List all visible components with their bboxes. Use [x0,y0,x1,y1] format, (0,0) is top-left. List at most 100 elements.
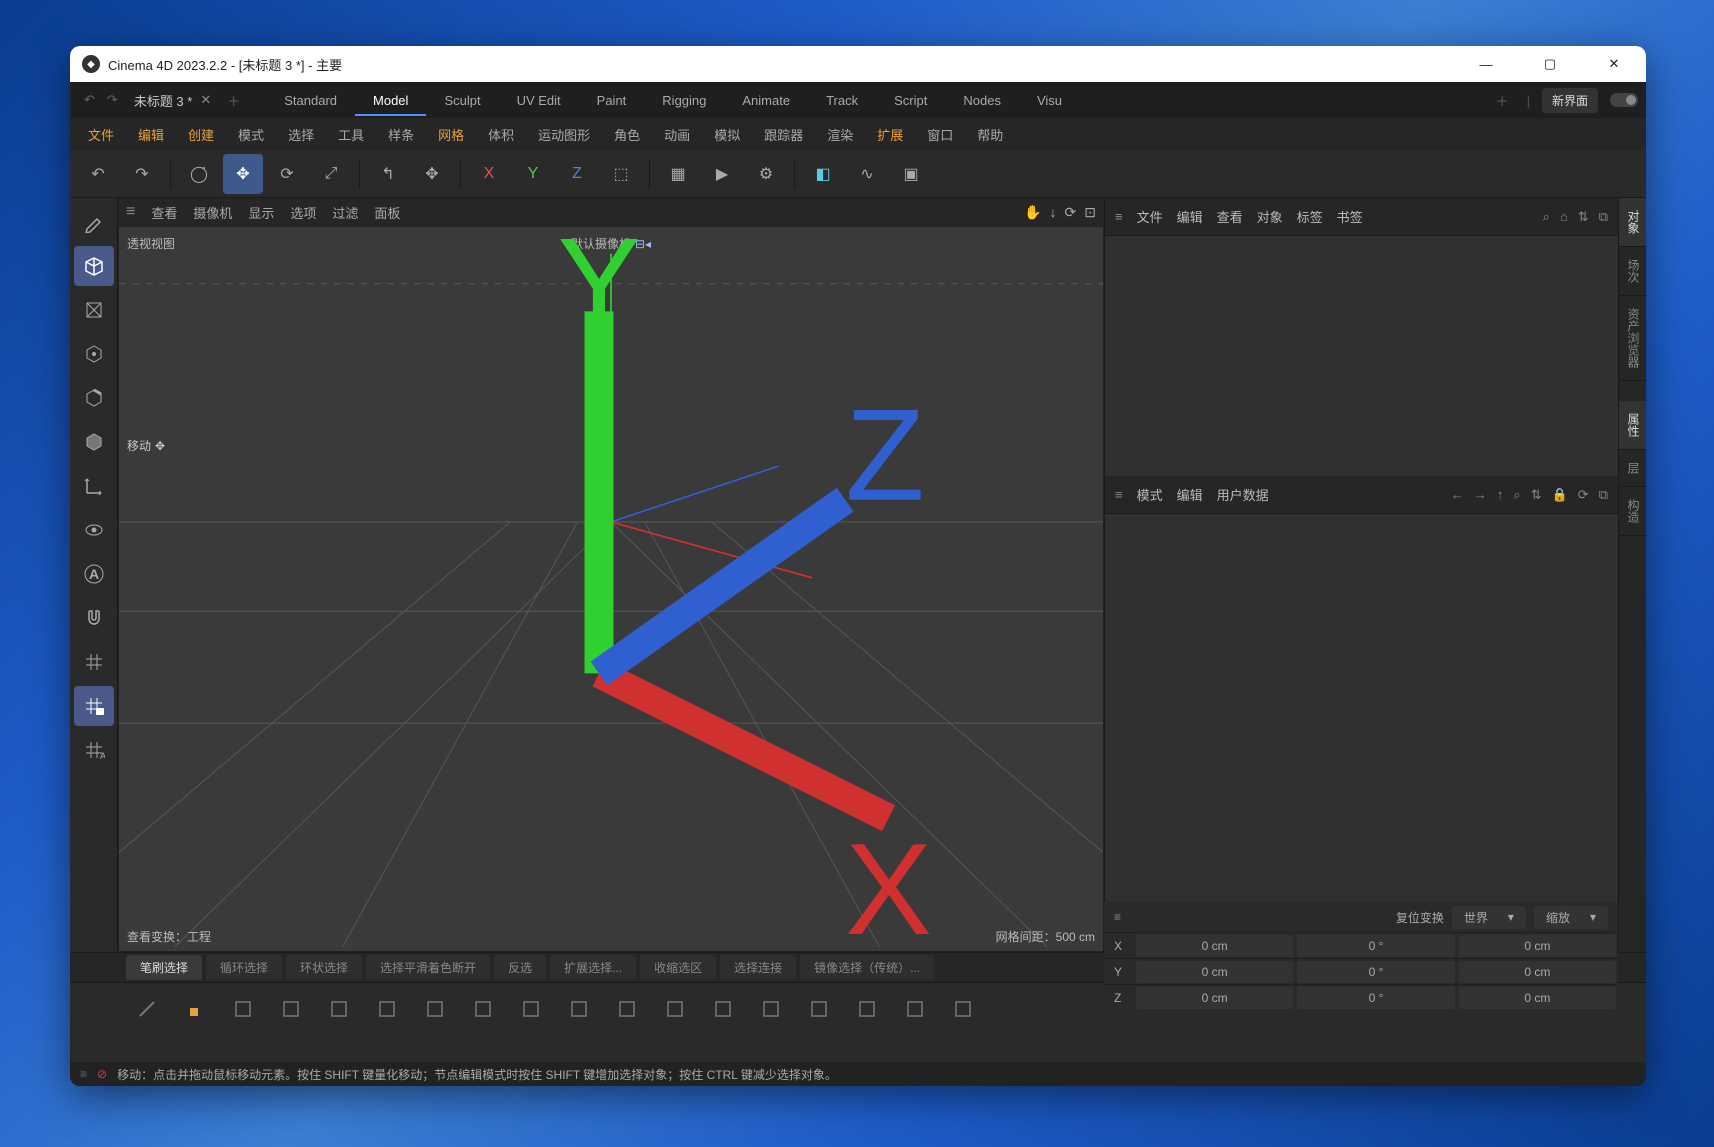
menu-2[interactable]: 创建 [178,121,224,148]
side-tab[interactable]: 资产浏览器 [1619,296,1646,381]
obj-menu-item[interactable]: 书签 [1337,210,1363,225]
viewport[interactable]: 透视视图 默认摄像机 ⊟◂ 移动 ✥ 查看变换：工程 网格间距：500 cm Y… [118,226,1104,952]
auto-switch-button[interactable]: A [74,554,114,594]
side-tab[interactable]: 层 [1619,450,1646,487]
bridge-tool-button[interactable] [654,989,696,1029]
live-select-button[interactable]: ◯̇ [179,154,219,194]
z-axis-button[interactable]: Z [557,154,597,194]
selection-tab[interactable]: 循环选择 [206,955,282,980]
scale-input[interactable]: 0 cm [1459,935,1616,957]
layout-tab-script[interactable]: Script [876,87,945,114]
menu-6[interactable]: 样条 [378,121,424,148]
menu-12[interactable]: 模拟 [704,121,750,148]
menu-1[interactable]: 编辑 [128,121,174,148]
menu-16[interactable]: 窗口 [917,121,963,148]
axis-mode-button[interactable] [74,466,114,506]
cube3-tool-button[interactable] [462,989,504,1029]
selection-tab[interactable]: 选择连接 [720,955,796,980]
attr-menu-item[interactable]: 用户数据 [1217,488,1269,503]
layout-tab-rigging[interactable]: Rigging [644,87,724,114]
point-mode-button[interactable] [74,334,114,374]
status-stop-icon[interactable]: ⊘ [97,1067,107,1081]
menu-13[interactable]: 跟踪器 [754,121,813,148]
viewport-menu-item[interactable]: 显示 [248,206,274,221]
layout-tab-uv edit[interactable]: UV Edit [499,87,579,114]
menu-11[interactable]: 动画 [654,121,700,148]
viewport-solo-button[interactable] [74,510,114,550]
new-document-icon[interactable]: ＋ [221,87,246,114]
reset-transform-button[interactable]: 复位变换 [1396,909,1444,926]
viewport-menu-item[interactable]: 面板 [374,206,400,221]
selection-tab[interactable]: 反选 [494,955,546,980]
edge-mode-button[interactable] [74,378,114,418]
orbit-icon[interactable]: ⟳ [1065,204,1077,221]
rotation-input[interactable]: 0 ° [1297,961,1454,983]
attr-menu-item[interactable]: 模式 [1137,488,1163,503]
hamburger-icon[interactable]: ≡ [1115,487,1123,502]
move-button[interactable]: ✥ [223,154,263,194]
render-view-button[interactable]: ▦ [658,154,698,194]
layout-tab-nodes[interactable]: Nodes [945,87,1019,114]
texture-mode-button[interactable] [74,290,114,330]
generator-button[interactable]: ▣ [891,154,931,194]
workplane-lock-button[interactable] [74,686,114,726]
refresh-icon[interactable]: ⟳ [1578,487,1589,503]
menu-17[interactable]: 帮助 [967,121,1013,148]
lock-icon[interactable]: 🔒 [1552,487,1568,503]
side-tab[interactable]: 构造 [1619,487,1646,536]
fill-tool-button[interactable] [174,989,216,1029]
coord-system-dropdown[interactable]: 世界▾ [1452,906,1526,929]
home-icon[interactable]: ⌂ [1560,209,1568,225]
nav-gizmo[interactable]: Y X Z [118,239,1091,952]
obj-menu-item[interactable]: 查看 [1217,210,1243,225]
menu-0[interactable]: 文件 [78,121,124,148]
new-ui-button[interactable]: 新界面 [1542,88,1598,113]
line-tool-button[interactable] [126,989,168,1029]
obj-menu-item[interactable]: 对象 [1257,210,1283,225]
weld-tool-button[interactable] [702,989,744,1029]
workplane-button[interactable] [74,642,114,682]
layout-tab-paint[interactable]: Paint [579,87,645,114]
history-fwd-icon[interactable]: ↷ [101,88,124,112]
viewport-menu-item[interactable]: 查看 [151,206,177,221]
layout-tab-standard[interactable]: Standard [266,87,355,114]
slide-tool-button[interactable] [846,989,888,1029]
status-hamburger-icon[interactable]: ≡ [80,1067,87,1081]
coord-mode-dropdown[interactable]: 缩放▾ [1534,906,1608,929]
collapse-tool-button[interactable] [750,989,792,1029]
selection-tab[interactable]: 笔刷选择 [126,955,202,980]
menu-5[interactable]: 工具 [328,121,374,148]
layout-tab-model[interactable]: Model [355,87,426,116]
scale-button[interactable]: ⤢ [311,154,351,194]
cube1-tool-button[interactable] [366,989,408,1029]
extrude-tool-button[interactable] [510,989,552,1029]
render-region-button[interactable]: ▶ [702,154,742,194]
rotation-input[interactable]: 0 ° [1297,987,1454,1009]
nav-up-icon[interactable]: ↑ [1497,487,1504,503]
maximize-viewport-icon[interactable]: ⊡ [1084,204,1096,221]
rotation-input[interactable]: 0 ° [1297,935,1454,957]
nav-fwd-icon[interactable]: → [1474,487,1487,503]
filter-icon[interactable]: ⇅ [1531,487,1542,503]
position-input[interactable]: 0 cm [1136,961,1293,983]
pan-icon[interactable]: ✋ [1024,204,1041,221]
hamburger-icon[interactable]: ≡ [1114,910,1121,924]
document-close-icon[interactable]: ✕ [200,92,211,108]
menu-4[interactable]: 选择 [278,121,324,148]
popout-icon[interactable]: ⧉ [1599,209,1608,225]
polygon-mode-button[interactable] [74,422,114,462]
object-manager-body[interactable] [1105,236,1618,476]
scale-input[interactable]: 0 cm [1459,987,1616,1009]
attr-menu-item[interactable]: 编辑 [1177,488,1203,503]
make-editable-button[interactable] [74,202,114,242]
search-icon[interactable]: ⌕ [1513,487,1520,503]
menu-15[interactable]: 扩展 [867,121,913,148]
selection-tab[interactable]: 镜像选择（传统）... [800,955,934,980]
menu-8[interactable]: 体积 [478,121,524,148]
cube2-tool-button[interactable] [414,989,456,1029]
side-tab[interactable]: 属性 [1619,401,1646,450]
add-layout-icon[interactable]: ＋ [1490,87,1515,114]
layout-tab-visu[interactable]: Visu [1019,87,1080,114]
hamburger-icon[interactable]: ≡ [1115,209,1123,224]
undo-button[interactable]: ↶ [78,154,118,194]
